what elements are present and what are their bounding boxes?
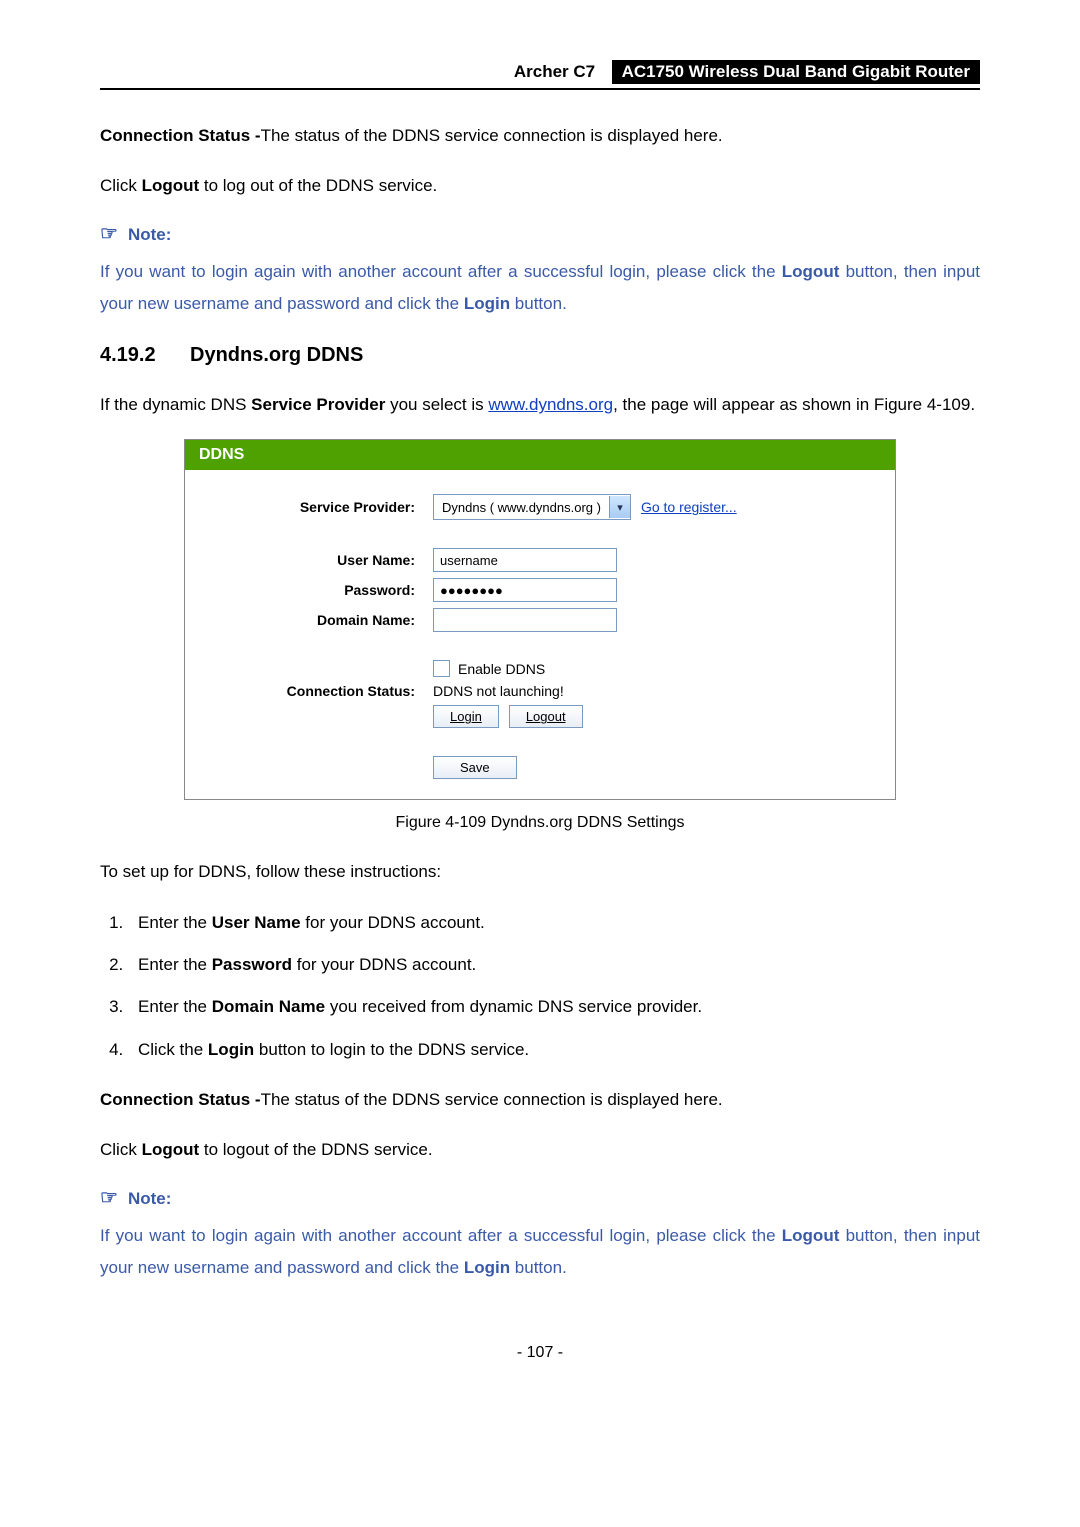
label-user-name: User Name:	[185, 552, 433, 568]
figure-caption: Figure 4-109 Dyndns.org DDNS Settings	[100, 814, 980, 832]
header-rule	[100, 88, 980, 90]
pointer-icon: ☞	[100, 1187, 118, 1209]
page-number: - 107 -	[100, 1344, 980, 1362]
label-service-provider: Service Provider:	[185, 499, 433, 515]
domain-name-input[interactable]	[433, 608, 617, 632]
go-to-register-link[interactable]: Go to register...	[641, 499, 737, 515]
setup-intro: To set up for DDNS, follow these instruc…	[100, 856, 980, 888]
ddns-settings-panel: DDNS Service Provider: Dyndns ( www.dynd…	[184, 439, 896, 800]
list-item: Enter the User Name for your DDNS accoun…	[128, 907, 980, 939]
enable-ddns-label: Enable DDNS	[458, 661, 545, 677]
label-connection-status: Connection Status:	[185, 683, 433, 699]
service-provider-select[interactable]: Dyndns ( www.dyndns.org ) ▾	[433, 494, 631, 520]
list-item: Enter the Domain Name you received from …	[128, 991, 980, 1023]
header-title: AC1750 Wireless Dual Band Gigabit Router	[612, 60, 980, 84]
logout-button[interactable]: Logout	[509, 705, 583, 728]
save-button[interactable]: Save	[433, 756, 517, 779]
connection-status-value: DDNS not launching!	[433, 683, 564, 699]
login-button[interactable]: Login	[433, 705, 499, 728]
pointer-icon: ☞	[100, 223, 118, 245]
note-body-2: If you want to login again with another …	[100, 1220, 980, 1285]
section-title: Dyndns.org DDNS	[190, 344, 363, 366]
section-intro: If the dynamic DNS Service Provider you …	[100, 389, 980, 421]
password-input[interactable]	[433, 578, 617, 602]
page-header: Archer C7 AC1750 Wireless Dual Band Giga…	[100, 60, 980, 84]
connection-status-label: Connection Status -	[100, 126, 261, 145]
label-password: Password:	[185, 582, 433, 598]
setup-steps: Enter the User Name for your DDNS accoun…	[100, 907, 980, 1066]
note-body-1: If you want to login again with another …	[100, 256, 980, 321]
enable-ddns-checkbox[interactable]	[433, 660, 450, 677]
list-item: Click the Login button to login to the D…	[128, 1034, 980, 1066]
chevron-down-icon: ▾	[609, 496, 630, 518]
logout-paragraph-2: Click Logout to logout of the DDNS servi…	[100, 1134, 980, 1166]
panel-title: DDNS	[185, 440, 895, 470]
note-heading-1: ☞Note:	[100, 221, 980, 246]
note-heading-2: ☞Note:	[100, 1185, 980, 1210]
logout-paragraph-1: Click Logout to log out of the DDNS serv…	[100, 170, 980, 202]
section-number: 4.19.2	[100, 344, 190, 367]
connection-status-paragraph-2: Connection Status -The status of the DDN…	[100, 1084, 980, 1116]
label-domain-name: Domain Name:	[185, 612, 433, 628]
user-name-input[interactable]	[433, 548, 617, 572]
section-heading: 4.19.2Dyndns.org DDNS	[100, 344, 980, 367]
header-model: Archer C7	[506, 60, 603, 84]
connection-status-paragraph-1: Connection Status -The status of the DDN…	[100, 120, 980, 152]
dyndns-link[interactable]: www.dyndns.org	[488, 395, 613, 414]
list-item: Enter the Password for your DDNS account…	[128, 949, 980, 981]
connection-status-text: The status of the DDNS service connectio…	[261, 126, 723, 145]
